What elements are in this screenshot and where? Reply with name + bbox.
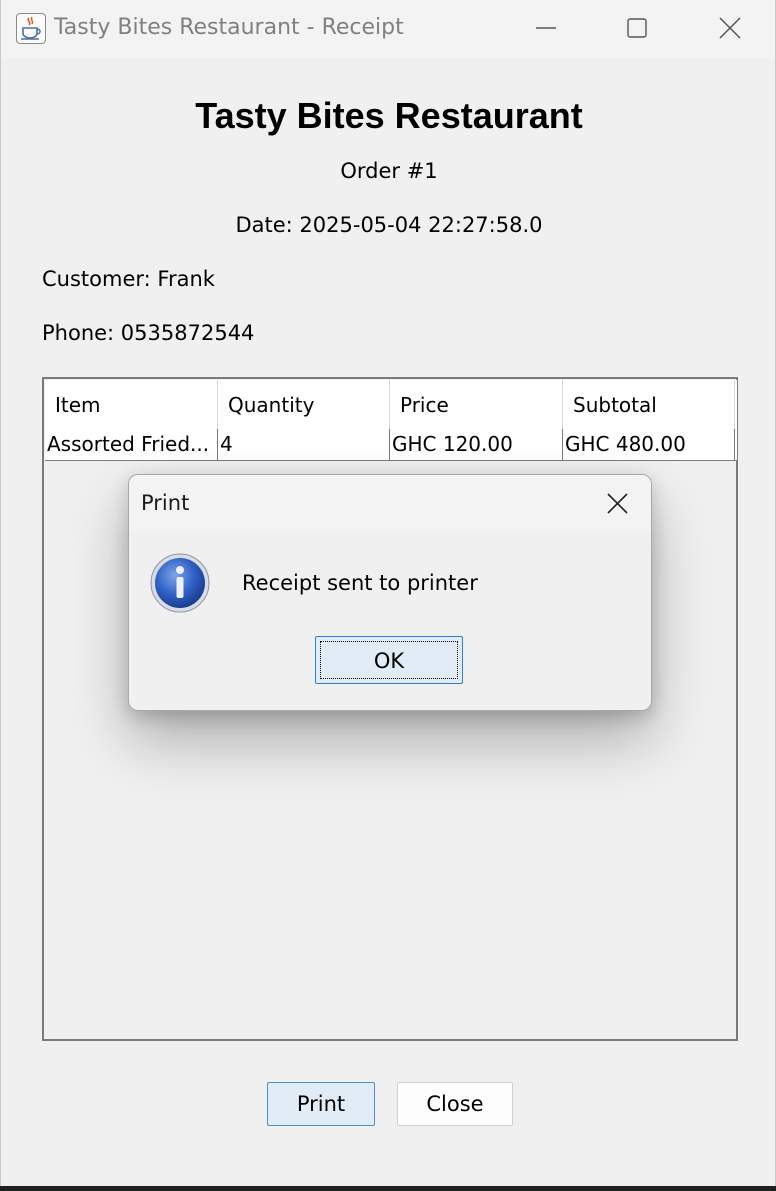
column-header-price[interactable]: Price xyxy=(390,380,563,429)
cell-quantity[interactable]: 4 xyxy=(218,429,390,460)
ok-button[interactable]: OK xyxy=(315,636,463,684)
dialog-close-button[interactable] xyxy=(595,487,639,521)
receipt-window: Tasty Bites Restaurant - Receipt Tasty B… xyxy=(0,0,776,1186)
order-number: Order #1 xyxy=(340,159,438,183)
cell-item[interactable]: Assorted Fried... xyxy=(45,429,218,460)
print-dialog: Print Receipt sent to printer OK xyxy=(128,474,652,711)
minimize-button[interactable] xyxy=(523,8,569,48)
order-date: Date: 2025-05-04 22:27:58.0 xyxy=(235,213,543,237)
window-close-button[interactable] xyxy=(707,8,753,48)
print-button[interactable]: Print xyxy=(267,1082,375,1126)
customer-phone: Phone: 0535872544 xyxy=(42,321,255,345)
column-header-item[interactable]: Item xyxy=(45,380,218,429)
close-icon xyxy=(719,17,741,39)
java-cup-icon xyxy=(16,13,46,44)
info-icon xyxy=(149,552,211,614)
close-icon xyxy=(607,493,628,514)
cell-price[interactable]: GHC 120.00 xyxy=(390,429,563,460)
dialog-title-bar[interactable]: Print xyxy=(129,475,651,532)
table-header: Item Quantity Price Subtotal xyxy=(45,380,737,429)
column-header-quantity[interactable]: Quantity xyxy=(218,380,390,429)
column-header-subtotal[interactable]: Subtotal xyxy=(563,380,735,429)
maximize-button[interactable] xyxy=(614,8,660,48)
dialog-message: Receipt sent to printer xyxy=(242,571,478,595)
window-title: Tasty Bites Restaurant - Receipt xyxy=(54,15,404,40)
restaurant-heading: Tasty Bites Restaurant xyxy=(195,95,583,136)
table-row[interactable]: Assorted Fried... 4 GHC 120.00 GHC 480.0… xyxy=(45,429,737,461)
customer-name: Customer: Frank xyxy=(42,267,215,291)
taskbar-edge xyxy=(0,1186,776,1191)
cell-subtotal[interactable]: GHC 480.00 xyxy=(563,429,735,460)
dialog-title: Print xyxy=(141,491,190,515)
title-bar[interactable]: Tasty Bites Restaurant - Receipt xyxy=(1,0,775,58)
ok-button-label: OK xyxy=(320,641,458,679)
close-button[interactable]: Close xyxy=(397,1082,513,1126)
